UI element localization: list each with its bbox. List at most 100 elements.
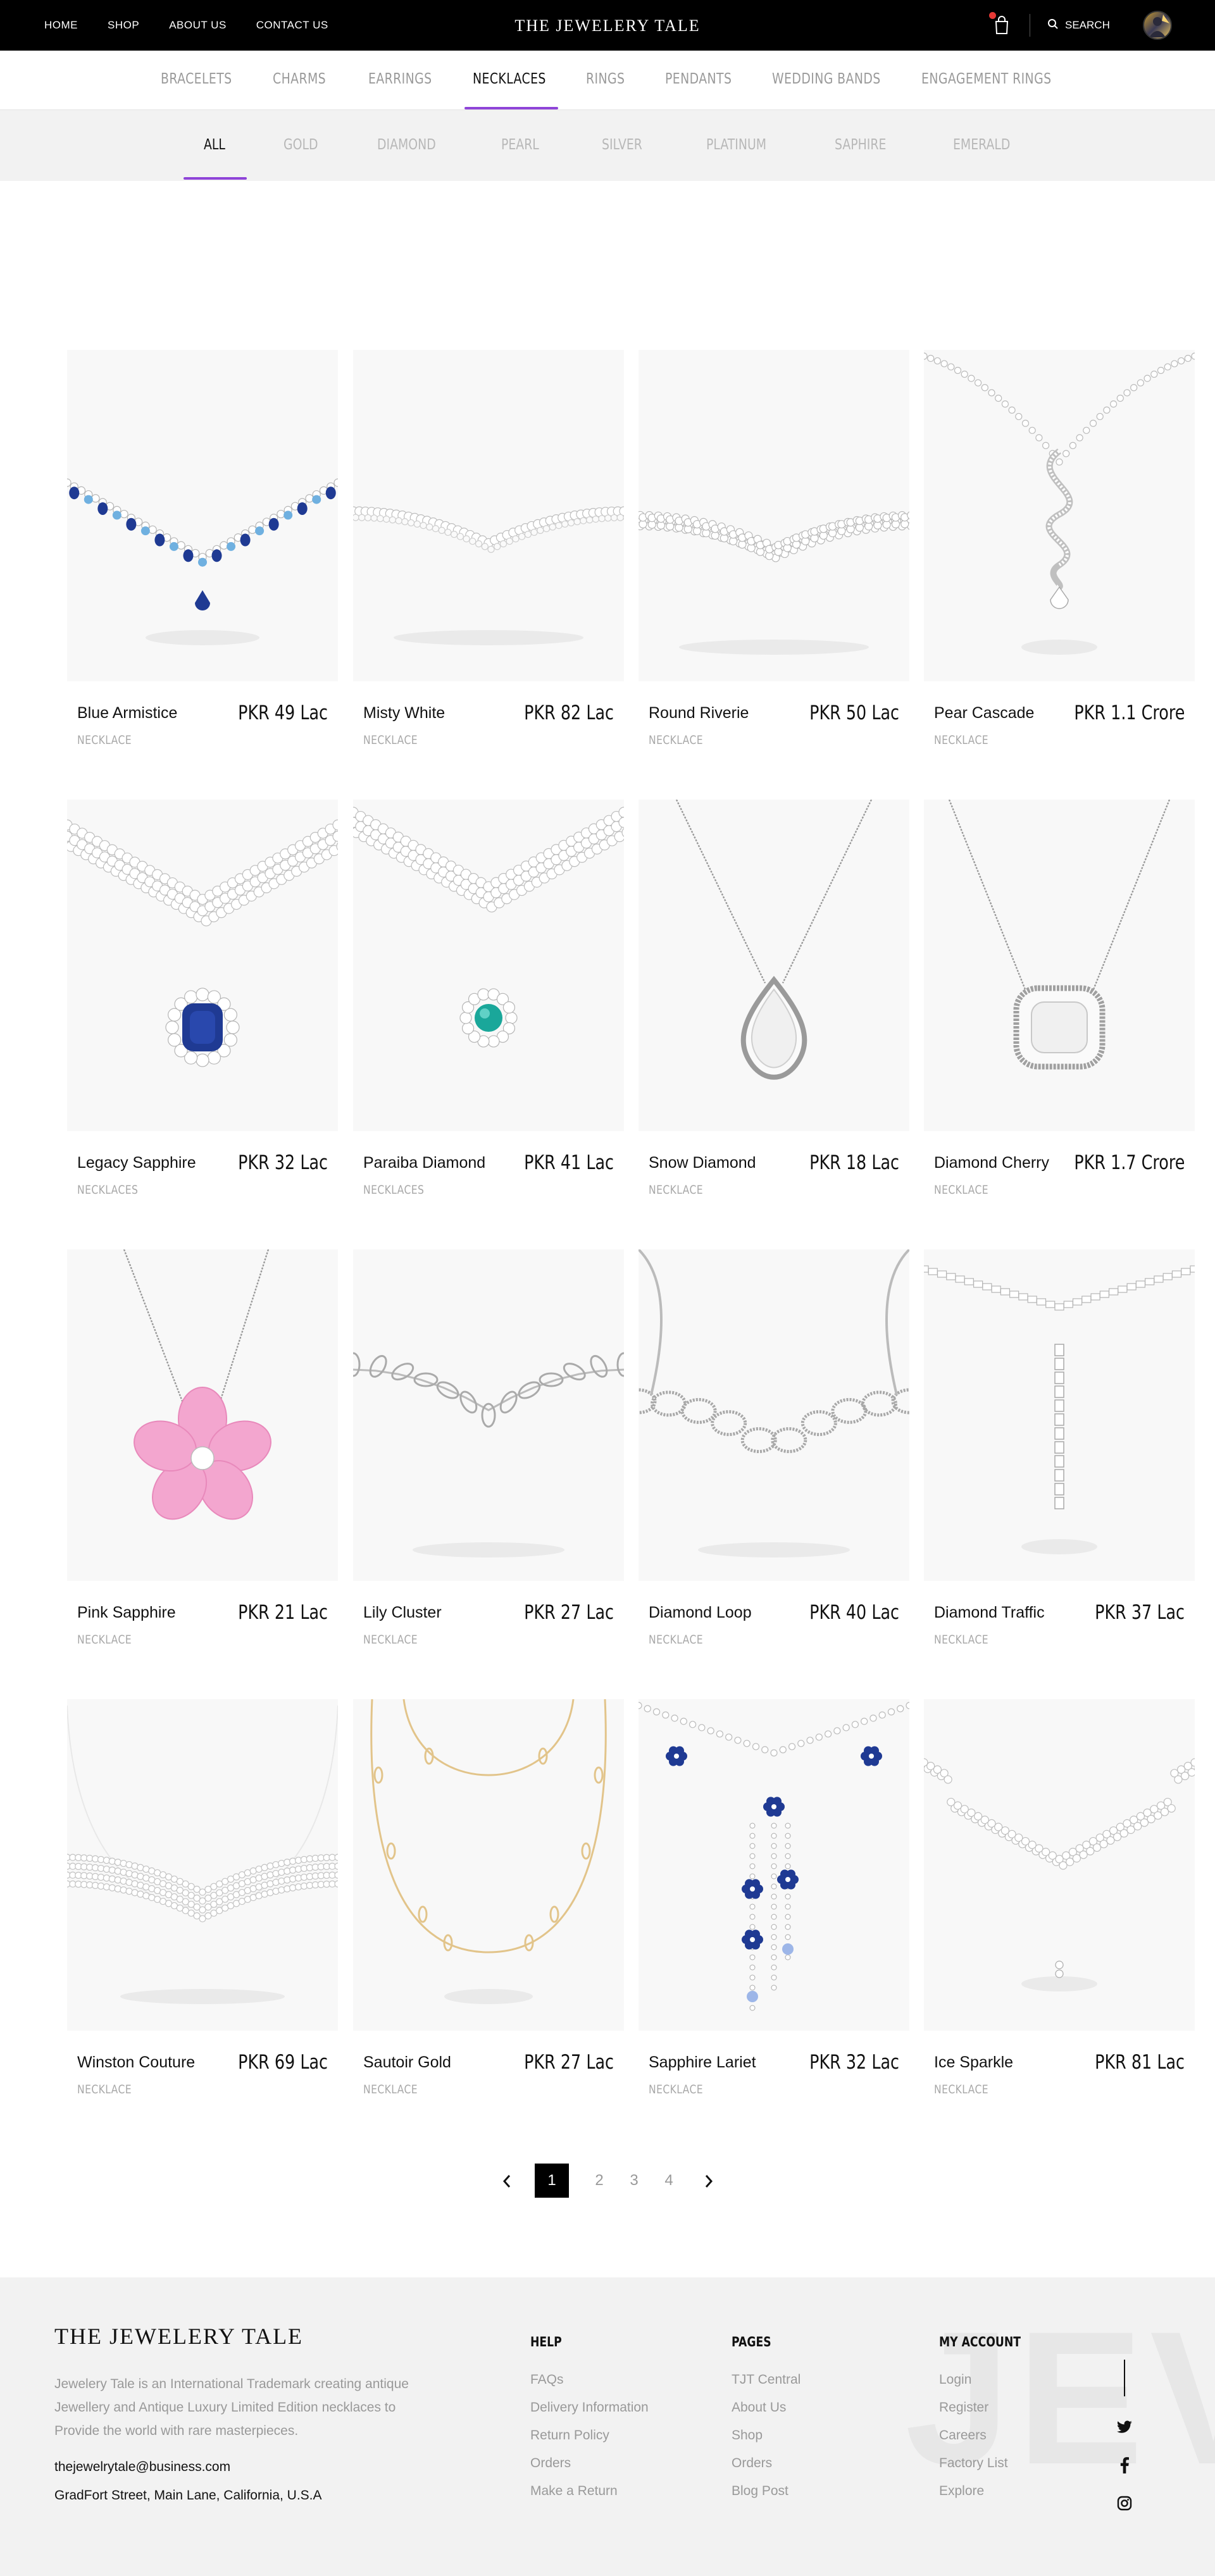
nav-home-link[interactable]: HOME: [44, 19, 78, 32]
filter-platinum[interactable]: PLATINUM: [706, 137, 766, 153]
footer-link-register[interactable]: Register: [939, 2394, 1038, 2422]
nav-contact-link[interactable]: CONTACT US: [256, 19, 328, 32]
product-image[interactable]: [639, 800, 909, 1131]
product-name[interactable]: Lily Cluster: [363, 1604, 442, 1622]
tab-wedding-bands[interactable]: WEDDING BANDS: [772, 71, 881, 87]
product-card[interactable]: Pear Cascade PKR 1.1 Crore NECKLACE: [924, 350, 1195, 747]
product-image[interactable]: [924, 1249, 1195, 1581]
footer-link-orders[interactable]: Orders: [530, 2449, 649, 2477]
product-card[interactable]: Snow Diamond PKR 18 Lac NECKLACE: [639, 800, 909, 1197]
facebook-icon[interactable]: [1115, 2456, 1134, 2475]
footer-account-column: MY ACCOUNT Login Register Careers Factor…: [939, 2334, 1038, 2505]
tab-pendants[interactable]: PENDANTS: [665, 71, 732, 87]
product-image[interactable]: [67, 1699, 338, 2031]
filter-silver[interactable]: SILVER: [602, 137, 642, 153]
product-name[interactable]: Pear Cascade: [934, 704, 1034, 722]
product-card[interactable]: Misty White PKR 82 Lac NECKLACE: [353, 350, 624, 747]
footer-link-about-us[interactable]: About Us: [732, 2394, 801, 2422]
product-image[interactable]: [924, 1699, 1195, 2031]
footer-link-return-policy[interactable]: Return Policy: [530, 2422, 649, 2449]
product-card[interactable]: Legacy Sapphire PKR 32 Lac NECKLACES: [67, 800, 338, 1197]
product-name[interactable]: Misty White: [363, 704, 445, 722]
tab-charms[interactable]: CHARMS: [273, 71, 326, 87]
product-name[interactable]: Blue Armistice: [77, 704, 177, 722]
prev-page-chevron-left-icon[interactable]: [494, 2169, 520, 2194]
filter-pearl[interactable]: PEARL: [501, 137, 539, 153]
product-card[interactable]: Diamond Loop PKR 40 Lac NECKLACE: [639, 1249, 909, 1647]
instagram-icon[interactable]: [1115, 2494, 1134, 2513]
product-image[interactable]: [353, 1699, 624, 2031]
nav-about-link[interactable]: ABOUT US: [169, 19, 227, 32]
footer-link-blog-post[interactable]: Blog Post: [732, 2477, 801, 2505]
product-name[interactable]: Pink Sapphire: [77, 1604, 176, 1622]
product-image[interactable]: [67, 800, 338, 1131]
nav-shop-link[interactable]: SHOP: [108, 19, 139, 32]
page-button-3[interactable]: 3: [617, 2164, 651, 2198]
search-button[interactable]: SEARCH: [1047, 0, 1110, 51]
product-image[interactable]: [639, 1699, 909, 2031]
product-image[interactable]: [67, 350, 338, 681]
footer-link-tjt-central[interactable]: TJT Central: [732, 2366, 801, 2394]
product-name[interactable]: Legacy Sapphire: [77, 1154, 196, 1172]
product-image[interactable]: [353, 1249, 624, 1581]
twitter-icon[interactable]: [1115, 2418, 1134, 2437]
product-name[interactable]: Snow Diamond: [649, 1154, 756, 1172]
product-image[interactable]: [924, 800, 1195, 1131]
tab-bracelets[interactable]: BRACELETS: [161, 71, 232, 87]
filter-gold[interactable]: GOLD: [284, 137, 318, 153]
product-name[interactable]: Diamond Traffic: [934, 1604, 1045, 1622]
filter-all[interactable]: ALL: [204, 137, 225, 153]
footer-link-careers[interactable]: Careers: [939, 2422, 1038, 2449]
next-page-chevron-right-icon[interactable]: [696, 2169, 721, 2194]
filter-emerald[interactable]: EMERALD: [953, 137, 1010, 153]
product-name[interactable]: Diamond Cherry: [934, 1154, 1049, 1172]
product-card[interactable]: Diamond Cherry PKR 1.7 Crore NECKLACE: [924, 800, 1195, 1197]
product-card[interactable]: Paraiba Diamond PKR 41 Lac NECKLACES: [353, 800, 624, 1197]
product-image[interactable]: [67, 1249, 338, 1581]
footer-link-orders-page[interactable]: Orders: [732, 2449, 801, 2477]
filter-saphire[interactable]: SAPHIRE: [835, 137, 886, 153]
tab-earrings[interactable]: EARRINGS: [368, 71, 432, 87]
product-name[interactable]: Sautoir Gold: [363, 2053, 451, 2072]
footer-address: GradFort Street, Main Lane, California, …: [54, 2488, 322, 2503]
footer-link-login[interactable]: Login: [939, 2366, 1038, 2394]
product-name[interactable]: Paraiba Diamond: [363, 1154, 485, 1172]
product-image[interactable]: [924, 350, 1195, 681]
tab-rings[interactable]: RINGS: [586, 71, 625, 87]
product-image[interactable]: [639, 350, 909, 681]
footer-link-delivery-information[interactable]: Delivery Information: [530, 2394, 649, 2422]
product-card[interactable]: Blue Armistice PKR 49 Lac NECKLACE: [67, 350, 338, 747]
filter-diamond[interactable]: DIAMOND: [377, 137, 436, 153]
page-button-2[interactable]: 2: [582, 2164, 616, 2198]
product-card[interactable]: Ice Sparkle PKR 81 Lac NECKLACE: [924, 1699, 1195, 2096]
product-image[interactable]: [353, 800, 624, 1131]
product-card[interactable]: Winston Couture PKR 69 Lac NECKLACE: [67, 1699, 338, 2096]
product-image[interactable]: [639, 1249, 909, 1581]
footer-link-shop[interactable]: Shop: [732, 2422, 801, 2449]
cart-icon[interactable]: [994, 16, 1010, 35]
product-name[interactable]: Ice Sparkle: [934, 2053, 1013, 2072]
product-card[interactable]: Pink Sapphire PKR 21 Lac NECKLACE: [67, 1249, 338, 1647]
page-button-4[interactable]: 4: [652, 2164, 686, 2198]
product-name[interactable]: Winston Couture: [77, 2053, 195, 2072]
footer-link-factory-list[interactable]: Factory List: [939, 2449, 1038, 2477]
product-category: NECKLACE: [934, 2083, 989, 2096]
product-name[interactable]: Round Riverie: [649, 704, 749, 722]
footer-email[interactable]: thejewelrytale@business.com: [54, 2460, 230, 2475]
tab-engagement-rings[interactable]: ENGAGEMENT RINGS: [921, 71, 1051, 87]
footer-link-faqs[interactable]: FAQs: [530, 2366, 649, 2394]
brand-title[interactable]: THE JEWELERY TALE: [514, 16, 700, 35]
product-name[interactable]: Diamond Loop: [649, 1604, 752, 1622]
tab-necklaces[interactable]: NECKLACES: [473, 71, 546, 87]
product-card[interactable]: Lily Cluster PKR 27 Lac NECKLACE: [353, 1249, 624, 1647]
product-image[interactable]: [353, 350, 624, 681]
product-card[interactable]: Round Riverie PKR 50 Lac NECKLACE: [639, 350, 909, 747]
product-card[interactable]: Sapphire Lariet PKR 32 Lac NECKLACE: [639, 1699, 909, 2096]
footer-link-explore[interactable]: Explore: [939, 2477, 1038, 2505]
footer-link-make-a-return[interactable]: Make a Return: [530, 2477, 649, 2505]
user-avatar[interactable]: [1143, 11, 1172, 40]
product-card[interactable]: Diamond Traffic PKR 37 Lac NECKLACE: [924, 1249, 1195, 1647]
product-name[interactable]: Sapphire Lariet: [649, 2053, 756, 2072]
product-card[interactable]: Sautoir Gold PKR 27 Lac NECKLACE: [353, 1699, 624, 2096]
page-button-1[interactable]: 1: [535, 2164, 569, 2198]
